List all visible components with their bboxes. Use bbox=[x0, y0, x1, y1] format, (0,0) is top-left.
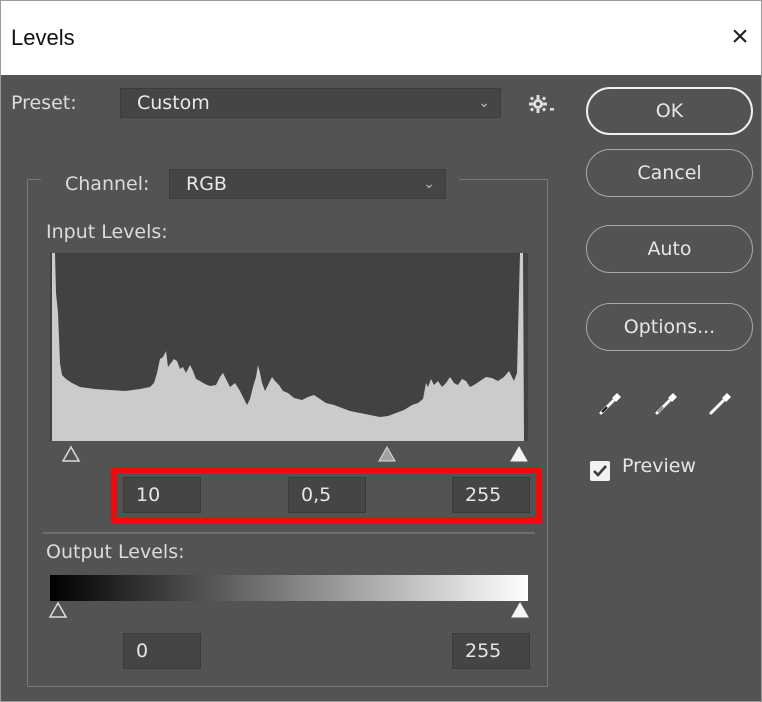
input-fields-highlight bbox=[111, 467, 542, 523]
cancel-button[interactable]: Cancel bbox=[586, 149, 753, 197]
gray-point-eyedropper-icon[interactable] bbox=[653, 389, 681, 417]
auto-button[interactable]: Auto bbox=[586, 225, 753, 273]
histogram-shape bbox=[52, 253, 524, 441]
cancel-button-label: Cancel bbox=[637, 162, 702, 184]
chevron-down-icon: ⌄ bbox=[478, 95, 490, 111]
output-white-value: 255 bbox=[465, 640, 502, 662]
white-point-eyedropper-icon[interactable] bbox=[707, 389, 735, 417]
input-white-slider-handle bbox=[510, 445, 528, 462]
divider bbox=[43, 532, 535, 534]
preview-label: Preview bbox=[622, 455, 696, 477]
output-gradient-bar bbox=[50, 575, 528, 601]
levels-dialog: Levels × Preset: Custom ⌄ Channel: RGB ⌄… bbox=[0, 0, 762, 702]
dialog-title: Levels bbox=[11, 25, 75, 50]
histogram bbox=[50, 253, 528, 441]
auto-button-label: Auto bbox=[647, 238, 692, 260]
close-icon: × bbox=[731, 20, 749, 53]
close-button[interactable]: × bbox=[725, 17, 755, 57]
preview-checkbox[interactable] bbox=[590, 461, 610, 481]
output-black-field[interactable]: 0 bbox=[123, 633, 201, 669]
gear-icon[interactable] bbox=[527, 92, 557, 116]
black-point-eyedropper-icon[interactable] bbox=[597, 389, 625, 417]
preset-dropdown[interactable]: Custom ⌄ bbox=[120, 88, 501, 118]
preset-value: Custom bbox=[137, 92, 210, 114]
ok-button[interactable]: OK bbox=[586, 87, 753, 135]
channel-value: RGB bbox=[186, 173, 227, 195]
options-button[interactable]: Options... bbox=[586, 303, 753, 351]
output-black-slider-handle bbox=[48, 601, 68, 618]
checkmark-icon bbox=[593, 465, 607, 477]
preset-label: Preset: bbox=[11, 92, 77, 114]
input-levels-label: Input Levels: bbox=[46, 221, 168, 243]
input-gamma-slider-handle bbox=[378, 445, 396, 462]
dialog-body: Preset: Custom ⌄ Channel: RGB ⌄ Input Le… bbox=[1, 75, 761, 701]
output-black-value: 0 bbox=[136, 640, 149, 662]
options-button-label: Options... bbox=[623, 316, 716, 338]
channel-label: Channel: bbox=[65, 173, 150, 195]
output-white-slider-handle bbox=[511, 601, 529, 618]
output-levels-label: Output Levels: bbox=[46, 541, 185, 563]
title-bar: Levels × bbox=[1, 1, 761, 75]
chevron-down-icon: ⌄ bbox=[423, 176, 435, 192]
input-black-slider-handle bbox=[61, 445, 81, 462]
histogram-graph bbox=[52, 253, 524, 441]
input-levels-slider[interactable] bbox=[57, 441, 537, 465]
output-white-field[interactable]: 255 bbox=[452, 633, 530, 669]
output-levels-slider[interactable] bbox=[43, 599, 537, 621]
ok-button-label: OK bbox=[655, 100, 684, 122]
channel-dropdown[interactable]: RGB ⌄ bbox=[169, 169, 446, 199]
